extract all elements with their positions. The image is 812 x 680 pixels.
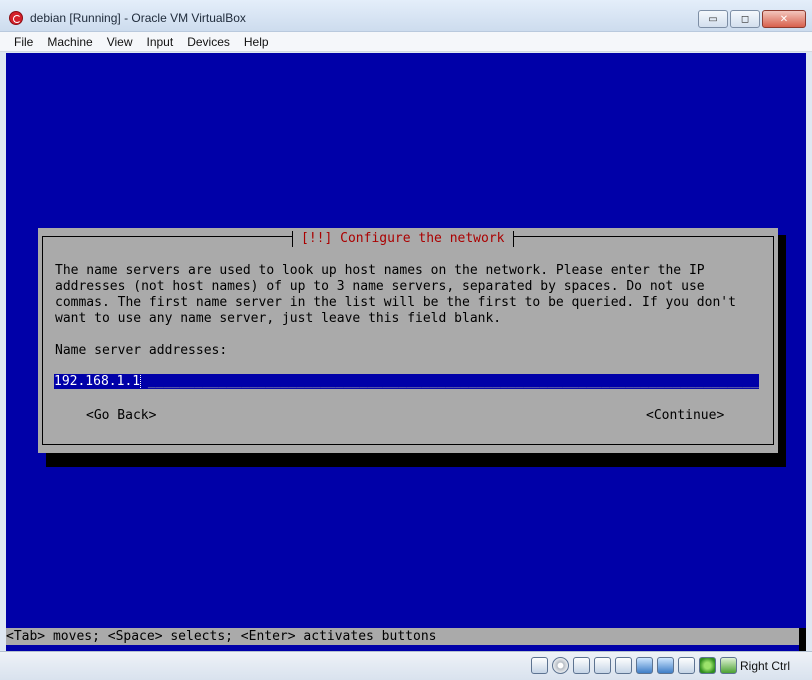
name-server-label: Name server addresses:	[55, 343, 228, 358]
pencil-icon[interactable]	[594, 657, 611, 674]
name-server-input-fill: ________________________________________…	[147, 374, 759, 389]
menu-input[interactable]: Input	[141, 35, 180, 49]
network-icon[interactable]	[657, 657, 674, 674]
menu-help[interactable]: Help	[238, 35, 275, 49]
menu-file[interactable]: File	[8, 35, 39, 49]
status-icons	[531, 657, 741, 674]
menu-bar: File Machine View Input Devices Help	[0, 32, 812, 52]
help-bar-edge	[799, 628, 806, 651]
virtualbox-app-icon	[9, 11, 23, 25]
help-bar: <Tab> moves; <Space> selects; <Enter> ac…	[6, 628, 806, 645]
recording-icon[interactable]	[678, 657, 695, 674]
menu-view[interactable]: View	[101, 35, 139, 49]
optical-disc-icon[interactable]	[552, 657, 569, 674]
continue-button[interactable]: <Continue>	[646, 408, 724, 424]
name-server-input-value: 192.168.1.1	[54, 374, 142, 389]
menu-devices[interactable]: Devices	[181, 35, 236, 49]
maximize-button[interactable]: ◻	[730, 10, 760, 28]
dialog-title: [!!] Configure the network	[292, 231, 514, 247]
window-title: debian [Running] - Oracle VM VirtualBox	[30, 11, 246, 25]
window-controls: ▭ ◻ ✕	[696, 10, 806, 28]
dialog-description: The name servers are used to look up hos…	[55, 263, 736, 326]
name-server-input[interactable]: 192.168.1.1 ____________________________…	[54, 374, 759, 389]
vm-screen[interactable]: [!!] Configure the network The name serv…	[6, 53, 806, 651]
configure-network-dialog: [!!] Configure the network The name serv…	[38, 228, 778, 453]
mouse-integration-icon[interactable]	[699, 657, 716, 674]
usb-icon[interactable]	[573, 657, 590, 674]
window-titlebar: debian [Running] - Oracle VM VirtualBox …	[0, 0, 812, 32]
close-button[interactable]: ✕	[762, 10, 806, 28]
shared-folder-icon[interactable]	[615, 657, 632, 674]
menu-machine[interactable]: Machine	[41, 35, 98, 49]
hard-disk-icon[interactable]	[531, 657, 548, 674]
status-bar: Right Ctrl	[0, 651, 812, 680]
minimize-button[interactable]: ▭	[698, 10, 728, 28]
host-key-label: Right Ctrl	[740, 659, 791, 673]
display-icon[interactable]	[636, 657, 653, 674]
go-back-button[interactable]: <Go Back>	[86, 408, 156, 424]
host-key-arrow-icon[interactable]	[720, 657, 737, 674]
